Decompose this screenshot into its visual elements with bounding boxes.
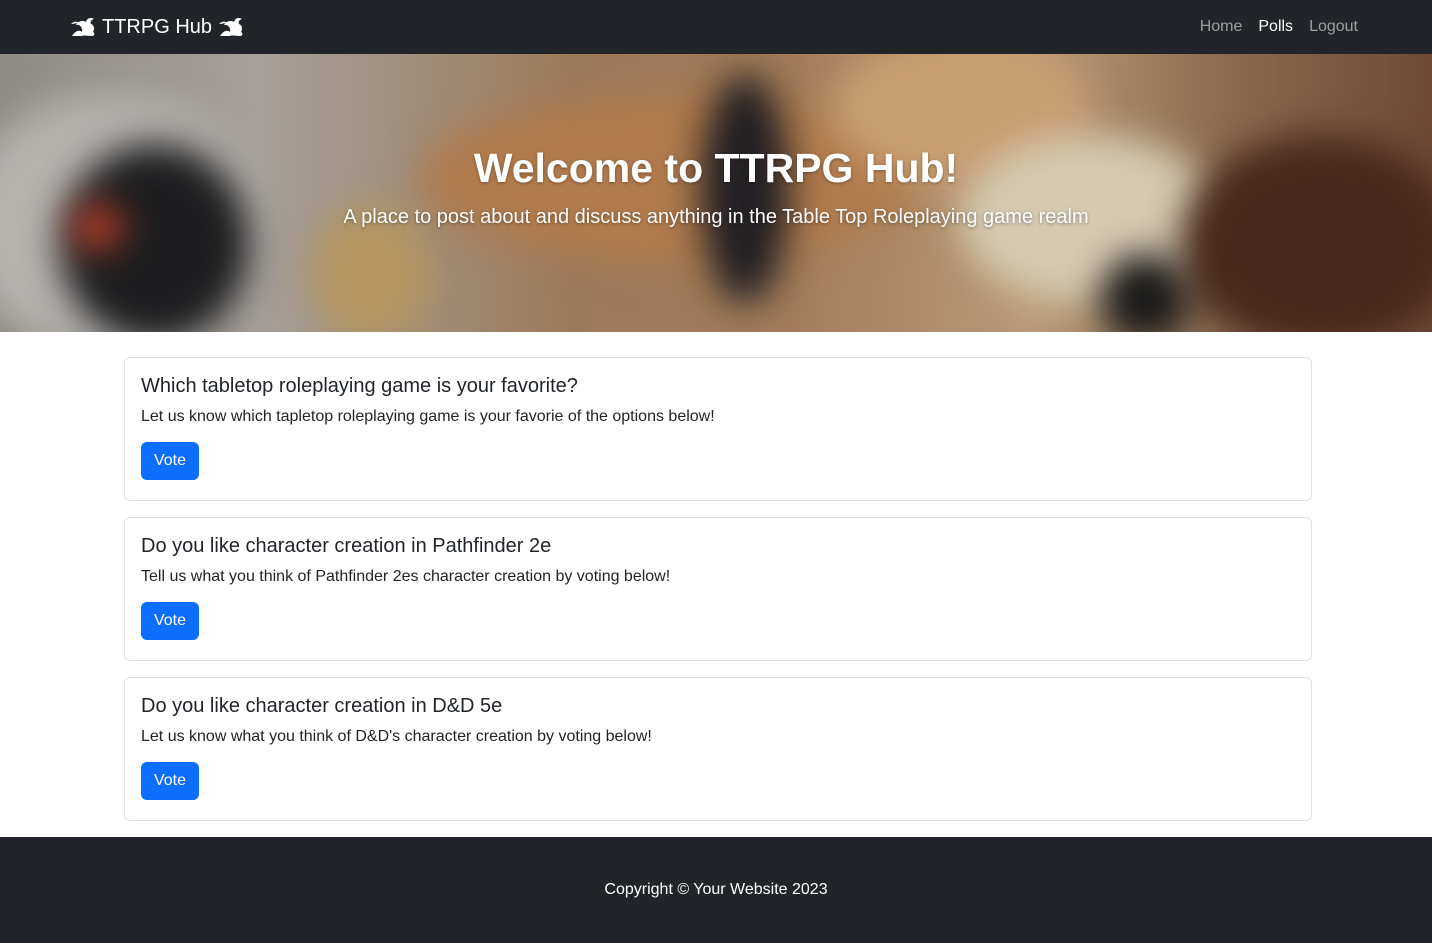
dragon-icon (218, 16, 244, 38)
vote-button[interactable]: Vote (141, 602, 199, 640)
nav-link-logout[interactable]: Logout (1309, 18, 1358, 36)
poll-description: Let us know what you think of D&D's char… (141, 728, 652, 745)
poll-title: Do you like character creation in Pathfi… (141, 535, 552, 557)
footer: Copyright © Your Website 2023 (0, 837, 1432, 943)
brand-label: TTRPG Hub (102, 15, 213, 38)
nav-links: Home Polls Logout (1200, 18, 1358, 36)
brand-link[interactable]: TTRPG Hub (70, 16, 244, 39)
vote-button[interactable]: Vote (141, 442, 199, 480)
poll-title: Which tabletop roleplaying game is your … (141, 375, 578, 397)
vote-button[interactable]: Vote (141, 762, 199, 800)
poll-description: Tell us what you think of Pathfinder 2es… (141, 568, 671, 585)
poll-card: Which tabletop roleplaying game is your … (124, 357, 1312, 501)
poll-description: Let us know which tapletop roleplaying g… (141, 408, 715, 425)
hero-subtitle: A place to post about and discuss anythi… (343, 206, 1089, 228)
poll-card: Do you like character creation in D&D 5e… (124, 677, 1312, 821)
hero-content: Welcome to TTRPG Hub! A place to post ab… (0, 54, 1432, 332)
nav-link-home[interactable]: Home (1200, 18, 1243, 36)
navbar: TTRPG Hub Home Polls Logout (0, 0, 1432, 54)
footer-copyright: Copyright © Your Website 2023 (604, 881, 828, 898)
poll-card: Do you like character creation in Pathfi… (124, 517, 1312, 661)
dragon-icon (70, 16, 96, 38)
hero-title: Welcome to TTRPG Hub! (473, 145, 959, 191)
nav-link-polls[interactable]: Polls (1258, 18, 1293, 36)
hero-banner: Welcome to TTRPG Hub! A place to post ab… (0, 54, 1432, 332)
poll-list: Which tabletop roleplaying game is your … (124, 357, 1312, 837)
poll-title: Do you like character creation in D&D 5e (141, 695, 503, 717)
